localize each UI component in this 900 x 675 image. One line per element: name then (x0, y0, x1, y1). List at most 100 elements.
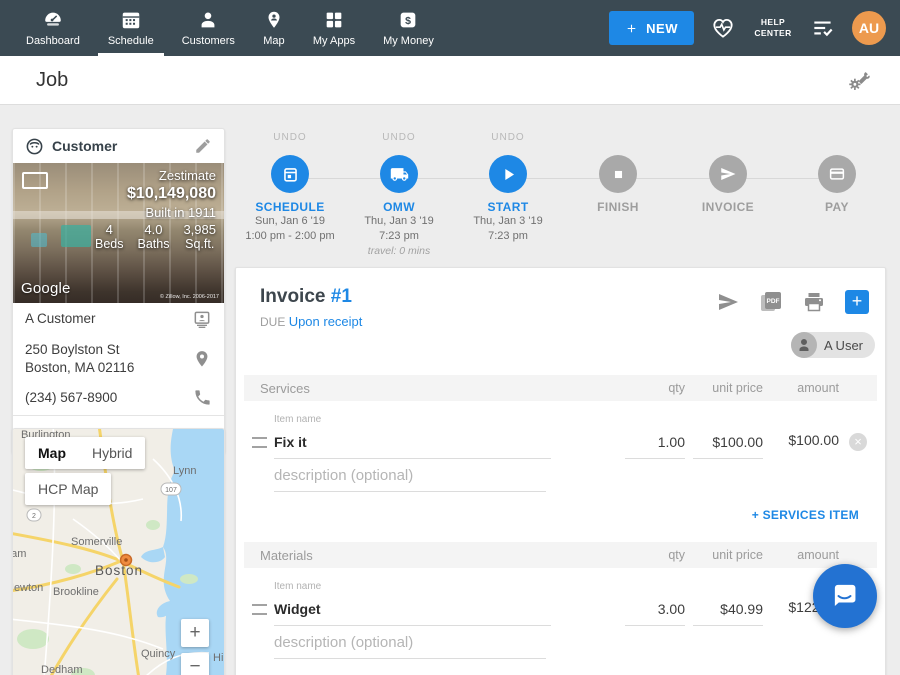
schedule-icon (120, 9, 142, 31)
map-label-lynn: Lynn (173, 465, 196, 477)
timeline-step-start: UNDO START Thu, Jan 3 '19 7:23 pm (453, 132, 563, 244)
calendar-icon (281, 165, 300, 184)
nav-item-map[interactable]: Map (249, 0, 299, 56)
chat-launcher-button[interactable] (813, 564, 877, 628)
assigned-user-name: A User (817, 338, 875, 353)
nav-item-my-apps[interactable]: My Apps (299, 0, 369, 56)
step-label[interactable]: FINISH (563, 200, 673, 214)
step-label[interactable]: PAY (782, 200, 892, 214)
unit-price-field[interactable]: $40.99 (693, 601, 763, 626)
drag-handle[interactable] (244, 604, 274, 615)
print-icon[interactable] (802, 290, 826, 314)
step-label[interactable]: START (453, 200, 563, 214)
property-stats: 4Beds 4.0Baths 3,985Sq.ft. (95, 222, 216, 251)
map-label-newton: Newton (13, 582, 43, 594)
nav-label: Dashboard (26, 35, 80, 47)
material-line-item: Widget 3.00 $40.99 $122.97 (244, 592, 877, 626)
contact-card-icon[interactable] (192, 309, 212, 329)
description-field[interactable]: description (optional) (274, 465, 546, 492)
item-name-field[interactable]: Widget (274, 601, 551, 626)
google-map[interactable]: 93 107 2 Burlington Lynn Somerville ham … (13, 429, 224, 675)
step-travel: travel: 0 mins (344, 244, 454, 258)
location-pin-icon[interactable] (192, 349, 212, 369)
send-invoice-icon[interactable] (716, 290, 740, 314)
photo-storefront-accent (61, 225, 91, 247)
delete-item-button[interactable]: × (849, 433, 867, 451)
new-button[interactable]: NEW (609, 11, 694, 45)
step-date: Thu, Jan 3 '19 (453, 214, 563, 229)
step-label[interactable]: SCHEDULE (235, 200, 345, 214)
section-name: Services (244, 381, 625, 396)
map-label-somerville: Somerville (71, 536, 122, 548)
zillow-copyright: © Zillow, Inc. 2006-2017 (160, 294, 219, 300)
divider (13, 415, 224, 416)
map-type-buttons: Map Hybrid (25, 437, 145, 469)
amount-column-header: amount (767, 381, 839, 395)
invoice-step-button[interactable] (709, 155, 747, 193)
job-tools-icon[interactable] (846, 67, 872, 93)
description-row: description (optional) (274, 465, 877, 492)
undo-button[interactable]: UNDO (344, 132, 454, 146)
timeline-step-pay: PAY (782, 132, 892, 214)
map-zoom-out-button[interactable]: − (181, 653, 209, 675)
svg-text:$: $ (406, 15, 412, 27)
stat-beds: 4Beds (95, 222, 124, 251)
image-frame-icon[interactable] (22, 172, 48, 189)
invoice-title: Invoice #1 (260, 286, 352, 308)
item-name-field[interactable]: Fix it (274, 434, 551, 459)
nav-right: NEW HELP CENTER AU (609, 0, 900, 56)
phone-icon[interactable] (193, 388, 212, 407)
map-label-hi: Hi (213, 652, 223, 664)
step-date: Thu, Jan 3 '19 (344, 214, 454, 229)
map-button-hcp[interactable]: HCP Map (25, 473, 111, 505)
add-invoice-item-button[interactable]: + (845, 290, 869, 314)
drag-handle[interactable] (244, 437, 274, 448)
undo-button[interactable]: UNDO (235, 132, 345, 146)
qty-field[interactable]: 3.00 (625, 601, 685, 626)
step-label[interactable]: OMW (344, 200, 454, 214)
schedule-step-button[interactable] (271, 155, 309, 193)
step-label[interactable]: INVOICE (673, 200, 783, 214)
pay-step-button[interactable] (818, 155, 856, 193)
credit-card-icon (828, 165, 846, 183)
materials-section-header: Materials qty unit price amount (244, 542, 877, 568)
timeline-step-omw: UNDO OMW Thu, Jan 3 '19 7:23 pm travel: … (344, 132, 454, 258)
customer-card-title: Customer (52, 138, 194, 154)
map-button-hybrid[interactable]: Hybrid (79, 437, 145, 469)
zestimate-overlay: Zestimate $10,149,080 Built in 1911 4Bed… (95, 168, 216, 251)
map-label-brookline: Brookline (53, 586, 99, 598)
add-services-item-link[interactable]: + SERVICES ITEM (752, 508, 859, 522)
route-shield-107: 107 (161, 483, 181, 495)
line-amount: $100.00 (767, 432, 839, 452)
help-center[interactable]: HELP CENTER (752, 17, 794, 39)
user-avatar[interactable]: AU (852, 11, 886, 45)
pdf-icon[interactable]: PDF (759, 290, 783, 314)
unit-price-field[interactable]: $100.00 (693, 434, 763, 459)
assigned-user-pill[interactable]: A User (791, 332, 875, 358)
edit-pencil-icon[interactable] (194, 137, 212, 155)
undo-button[interactable]: UNDO (453, 132, 563, 146)
truck-icon (390, 165, 409, 184)
finish-step-button[interactable] (599, 155, 637, 193)
description-field[interactable]: description (optional) (274, 632, 546, 659)
services-section-header: Services qty unit price amount (244, 375, 877, 401)
nav-item-customers[interactable]: Customers (168, 0, 249, 56)
health-heart-icon[interactable] (710, 15, 736, 41)
item-name-label: Item name (274, 581, 885, 592)
nav-label: Map (263, 35, 284, 47)
route-shield-2: 2 (27, 509, 41, 521)
map-button-map[interactable]: Map (25, 437, 79, 469)
page-title-bar: Job (0, 56, 900, 105)
nav-item-schedule[interactable]: Schedule (94, 0, 168, 56)
step-time: 7:23 pm (344, 229, 454, 244)
tasks-list-icon[interactable] (810, 15, 836, 41)
nav-item-dashboard[interactable]: Dashboard (12, 0, 94, 56)
nav-item-my-money[interactable]: $ My Money (369, 0, 448, 56)
due-value[interactable]: Upon receipt (289, 314, 363, 329)
omw-step-button[interactable] (380, 155, 418, 193)
due-label: DUE (260, 315, 285, 329)
start-step-button[interactable] (489, 155, 527, 193)
qty-field[interactable]: 1.00 (625, 434, 685, 459)
zestimate-label: Zestimate (95, 168, 216, 183)
map-zoom-in-button[interactable]: + (181, 619, 209, 647)
